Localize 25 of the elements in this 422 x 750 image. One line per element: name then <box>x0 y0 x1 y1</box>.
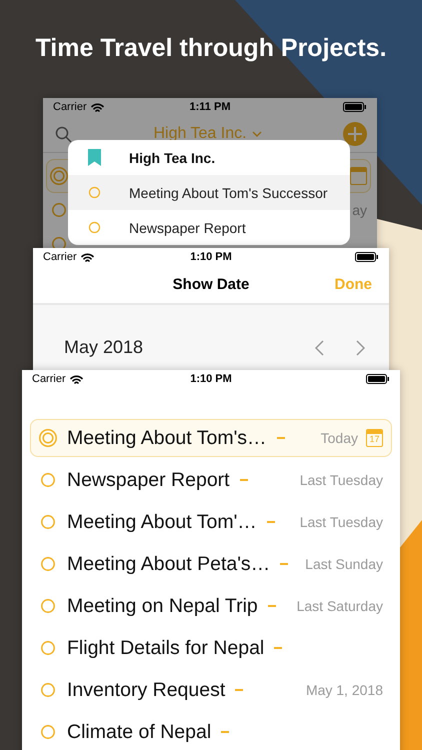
task-title: Meeting About Peta's… <box>67 552 270 576</box>
task-date: Today <box>320 430 358 446</box>
headline: Time Travel through Projects. <box>35 34 387 62</box>
carrier-label: Carrier <box>32 373 66 385</box>
task-date: Last Tuesday <box>300 472 383 488</box>
task-date: ay <box>352 202 367 218</box>
task-date: Last Sunday <box>305 556 383 572</box>
status-time: 1:10 PM <box>190 251 232 263</box>
task-date: Last Saturday <box>296 598 383 614</box>
calendar-icon: 17 <box>366 429 383 447</box>
task-title: Newspaper Report <box>67 468 230 492</box>
status-time: 1:10 PM <box>190 373 232 385</box>
status-time: 1:11 PM <box>190 101 230 113</box>
task-title: Meeting About Tom'… <box>67 510 257 534</box>
task-date: Last Tuesday <box>300 514 383 530</box>
task-title: Inventory Request <box>67 678 226 702</box>
task-title: Meeting About Tom's… <box>67 426 267 450</box>
task-title: Climate of Nepal <box>67 720 212 744</box>
task-date: May 1, 2018 <box>306 682 383 698</box>
task-title: Meeting on Nepal Trip <box>67 594 258 618</box>
month-label: May 2018 <box>64 337 144 358</box>
carrier-label: Carrier <box>53 101 87 113</box>
screen-title: Show Date <box>172 276 250 293</box>
carrier-label: Carrier <box>43 251 77 263</box>
task-title: Flight Details for Nepal <box>67 636 264 660</box>
